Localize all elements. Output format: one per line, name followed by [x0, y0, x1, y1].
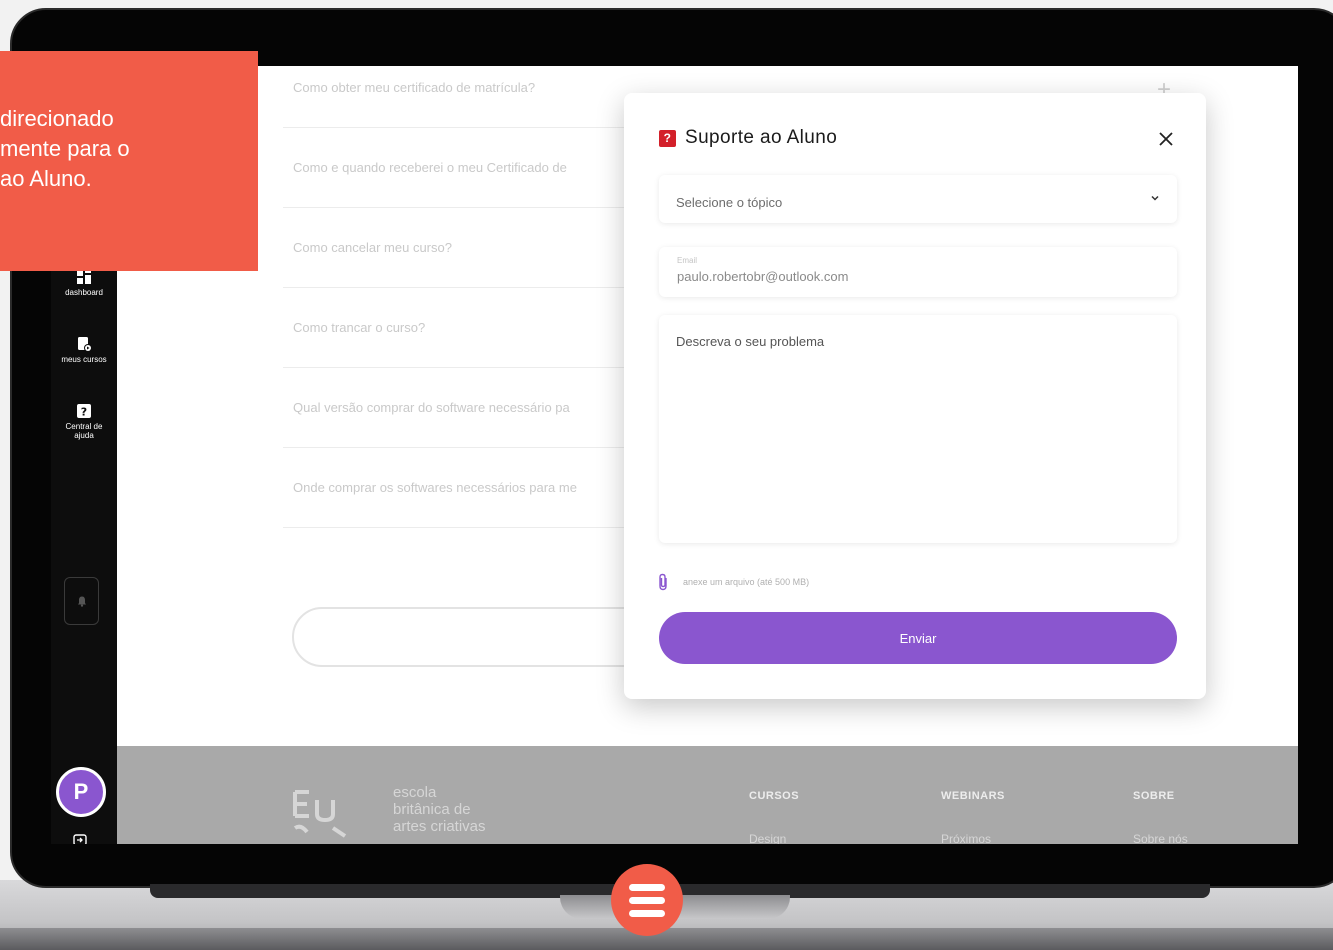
notifications-button[interactable] — [64, 577, 99, 625]
menu-icon — [629, 909, 665, 917]
ebac-logo — [293, 790, 347, 838]
svg-text:?: ? — [81, 406, 87, 419]
courses-icon — [78, 337, 92, 352]
callout-line: mente para o — [0, 136, 130, 161]
sidebar-item-central-de-ajuda[interactable]: ? Central de ajuda — [51, 403, 117, 440]
topic-select[interactable]: Selecione o tópico — [659, 175, 1177, 223]
email-value[interactable]: paulo.robertobr@outlook.com — [677, 269, 848, 284]
dashboard-icon — [77, 270, 91, 284]
topic-select-placeholder: Selecione o tópico — [676, 195, 783, 210]
callout-line: ao Aluno. — [0, 166, 92, 191]
close-icon — [1159, 132, 1173, 146]
menu-icon — [629, 896, 665, 904]
footer-heading-cursos: CURSOS — [749, 790, 800, 802]
footer-heading-sobre: SOBRE — [1133, 790, 1175, 802]
bell-icon — [77, 596, 86, 607]
footer-link-design[interactable]: Design — [749, 832, 786, 844]
menu-badge[interactable] — [611, 864, 683, 936]
stage: dashboard meus cursos ? Central de ajuda — [0, 0, 1333, 950]
sidebar-item-label: meus cursos — [61, 355, 107, 364]
footer-brand-line: britânica de — [393, 801, 471, 818]
support-modal: ? Suporte ao Aluno Selecione o tópico Em… — [624, 93, 1206, 699]
sidebar-item-label: dashboard — [65, 288, 103, 297]
help-icon: ? — [659, 129, 676, 147]
footer-link-sobre-nos[interactable]: Sobre nós — [1133, 832, 1188, 844]
modal-title-text: Suporte ao Aluno — [685, 127, 838, 148]
sidebar-item-meus-cursos[interactable]: meus cursos — [51, 336, 117, 364]
email-field[interactable]: Email paulo.robertobr@outlook.com — [659, 247, 1177, 297]
callout-line: direcionado — [0, 106, 114, 131]
tutorial-callout: direcionado mente para o ao Aluno. — [0, 51, 258, 271]
sidebar-item-label: Central de ajuda — [65, 422, 103, 440]
footer-brand-line: artes criativas — [393, 818, 486, 835]
close-button[interactable] — [1154, 127, 1178, 151]
description-textarea[interactable]: Descreva o seu problema — [659, 315, 1177, 543]
help-icon: ? — [77, 404, 91, 419]
avatar[interactable]: P — [56, 767, 106, 817]
footer: escola britânica de artes criativas CURS… — [117, 746, 1298, 844]
email-label: Email — [677, 256, 698, 265]
sidebar-item-dashboard[interactable]: dashboard — [51, 269, 117, 297]
menu-icon — [629, 883, 665, 891]
send-button[interactable]: Enviar — [659, 612, 1177, 664]
footer-brand-line: escola — [393, 784, 437, 801]
footer-heading-webinars: WEBINARS — [941, 790, 1005, 802]
paperclip-icon — [659, 573, 667, 591]
footer-brand: escola britânica de artes criativas — [393, 784, 486, 835]
attach-text: anexe um arquivo (até 500 MB) — [683, 577, 810, 587]
chevron-down-icon — [1151, 195, 1159, 201]
attach-file-button[interactable]: anexe um arquivo (até 500 MB) — [657, 573, 809, 591]
footer-link-proximos[interactable]: Próximos — [941, 832, 991, 844]
modal-title: ? Suporte ao Aluno — [659, 127, 837, 149]
laptop-base-shadow — [0, 928, 1333, 950]
description-placeholder: Descreva o seu problema — [676, 334, 825, 349]
logout-icon[interactable] — [73, 834, 87, 844]
